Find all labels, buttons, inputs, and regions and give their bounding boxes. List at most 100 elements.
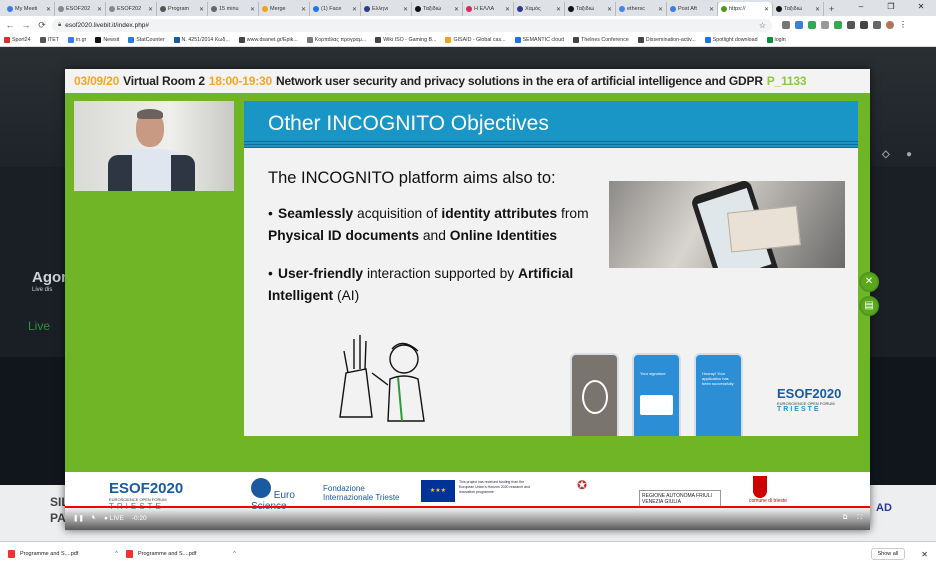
bookmark-item[interactable]: Thelnes Conference [573, 37, 629, 43]
close-icon[interactable]: ✕ [859, 272, 879, 292]
tab-close-icon[interactable]: ✕ [764, 6, 769, 13]
logo-text: Fondazione Internazionale Trieste [323, 484, 400, 502]
slide-bullet: • User-friendly interaction supported by … [268, 263, 608, 307]
tab-close-icon[interactable]: ✕ [403, 6, 408, 13]
menu-icon[interactable]: ⋮ [899, 21, 907, 29]
extension-icon[interactable] [873, 21, 881, 29]
reload-icon[interactable]: ⟳ [36, 20, 48, 31]
tab-close-icon[interactable]: ✕ [658, 6, 663, 13]
tab-close-icon[interactable]: ✕ [199, 6, 204, 13]
browser-tab[interactable]: Post Aft ✕ [667, 2, 718, 16]
tab-favicon-icon [619, 6, 625, 12]
mute-icon[interactable]: 🔇︎ [92, 514, 96, 522]
globe-icon [251, 478, 271, 498]
browser-tab[interactable]: 15 minu ✕ [208, 2, 259, 16]
bookmark-item[interactable]: in.gr [68, 37, 86, 43]
tab-favicon-icon [109, 6, 115, 12]
tab-close-icon[interactable]: ✕ [352, 6, 357, 13]
fit-logo: Fondazione Internazionale Trieste [323, 484, 403, 502]
bookmark-item[interactable]: Sport24 [4, 37, 31, 43]
chevron-up-icon[interactable]: ^ [233, 551, 236, 557]
bookmark-favicon-icon [375, 37, 382, 43]
extension-icon[interactable] [782, 21, 790, 29]
video-time: -0:20 [131, 514, 147, 522]
browser-tab[interactable]: Ταξιδιώ ✕ [412, 2, 463, 16]
bookmark-item[interactable]: Spotlight download [704, 37, 758, 43]
bookmark-item[interactable]: StatCounter [128, 37, 165, 43]
tab-close-icon[interactable]: ✕ [46, 6, 51, 13]
browser-tab[interactable]: ESOF202 ✕ [106, 2, 157, 16]
bookmark-item[interactable]: Wiki ISO - Gaming B... [375, 37, 436, 43]
browser-tab[interactable]: (1) Face ✕ [310, 2, 361, 16]
bullet-bold-text: identity attributes [441, 206, 558, 221]
bookmark-item[interactable]: SEMANTIC cloud [514, 37, 564, 43]
bookmark-favicon-icon [306, 37, 313, 43]
browser-tab[interactable]: Ελληνι ✕ [361, 2, 412, 16]
browser-tab[interactable]: Merge ✕ [259, 2, 310, 16]
tab-label: ESOF202 [66, 6, 91, 12]
bookmark-item[interactable]: ITET [39, 37, 59, 43]
tag-icon[interactable]: ◇ [882, 149, 890, 160]
browser-tab[interactable]: Program ✕ [157, 2, 208, 16]
forward-icon[interactable]: → [20, 20, 32, 30]
browser-tab[interactable]: Χαμός ✕ [514, 2, 565, 16]
session-time: 18:00-19:30 [208, 74, 272, 88]
bookmark-item[interactable]: Dissemination-activ... [637, 37, 696, 43]
extension-icon[interactable] [795, 21, 803, 29]
live-label: LIVE [109, 514, 124, 522]
bookmark-star-icon[interactable]: ☆ [759, 21, 766, 30]
background-live-label: Live [28, 319, 51, 333]
browser-tab[interactable]: ethersc ✕ [616, 2, 667, 16]
tab-close-icon[interactable]: ✕ [505, 6, 510, 13]
bookmark-item[interactable]: www.dsanet.gr/Epik... [238, 37, 298, 43]
browser-tab[interactable]: My Meeti ✕ [4, 2, 55, 16]
tab-close-icon[interactable]: ✕ [148, 6, 153, 13]
tab-close-icon[interactable]: ✕ [556, 6, 561, 13]
browser-tab[interactable]: https:// ✕ [718, 2, 773, 16]
tab-close-icon[interactable]: ✕ [815, 6, 820, 13]
close-window-icon[interactable]: ✕ [906, 0, 936, 14]
tab-close-icon[interactable]: ✕ [97, 6, 102, 13]
browser-tab[interactable]: Ταξιδιώ ✕ [565, 2, 616, 16]
tab-close-icon[interactable]: ✕ [250, 6, 255, 13]
back-icon[interactable]: ← [4, 20, 16, 30]
show-all-button[interactable]: Show all [870, 548, 906, 560]
browser-tab[interactable]: ESOF202 ✕ [55, 2, 106, 16]
browser-tab[interactable]: Η ΕΛΛΑ ✕ [463, 2, 514, 16]
maximize-icon[interactable]: ❐ [876, 0, 906, 14]
tab-close-icon[interactable]: ✕ [301, 6, 306, 13]
tab-close-icon[interactable]: ✕ [709, 6, 714, 13]
pause-icon[interactable]: ❚❚ [73, 514, 84, 522]
bookmark-favicon-icon [637, 37, 644, 43]
bookmark-item[interactable]: Newsit [95, 37, 119, 43]
extension-icon[interactable] [808, 21, 816, 29]
extension-icon[interactable] [821, 21, 829, 29]
bookmark-label: Newsit [103, 37, 120, 43]
chat-icon[interactable]: ▤ [859, 296, 879, 316]
picture-in-picture-icon[interactable]: ⧉ [843, 514, 848, 522]
bookmark-item[interactable]: login [766, 37, 786, 43]
tab-label: ethersc [627, 6, 646, 12]
user-icon[interactable]: ● [906, 149, 912, 160]
extension-icon[interactable] [847, 21, 855, 29]
session-modal: 03/09/20 Virtual Room 2 18:00-19:30 Netw… [65, 69, 879, 530]
extension-icon[interactable] [834, 21, 842, 29]
minimize-icon[interactable]: – [846, 0, 876, 14]
tab-close-icon[interactable]: ✕ [454, 6, 459, 13]
bookmark-label: Thelnes Conference [581, 37, 629, 43]
fullscreen-icon[interactable]: ⛶ [857, 514, 862, 522]
new-tab-icon[interactable]: + [824, 2, 839, 16]
browser-tab[interactable]: Ταξιδιώ ✕ [773, 2, 824, 16]
download-item[interactable]: Programme and S....pdf ^ [126, 550, 236, 558]
bookmark-item[interactable]: Κορπάλας προγραμ... [306, 37, 366, 43]
bookmark-item[interactable]: N. 4251/2014 Κωδ... [173, 37, 230, 43]
background-speaker-name: Agor [32, 269, 67, 286]
tab-close-icon[interactable]: ✕ [607, 6, 612, 13]
close-downloads-icon[interactable]: ✕ [913, 550, 936, 559]
extension-icon[interactable] [860, 21, 868, 29]
profile-avatar[interactable] [886, 21, 894, 29]
download-item[interactable]: Programme and S....pdf ^ [8, 550, 118, 558]
bookmark-item[interactable]: GISAID - Global cas... [445, 37, 506, 43]
chevron-up-icon[interactable]: ^ [115, 551, 118, 557]
address-bar[interactable]: 🔒︎ esof2020.livebit.it/index.php# ☆ [52, 18, 772, 32]
